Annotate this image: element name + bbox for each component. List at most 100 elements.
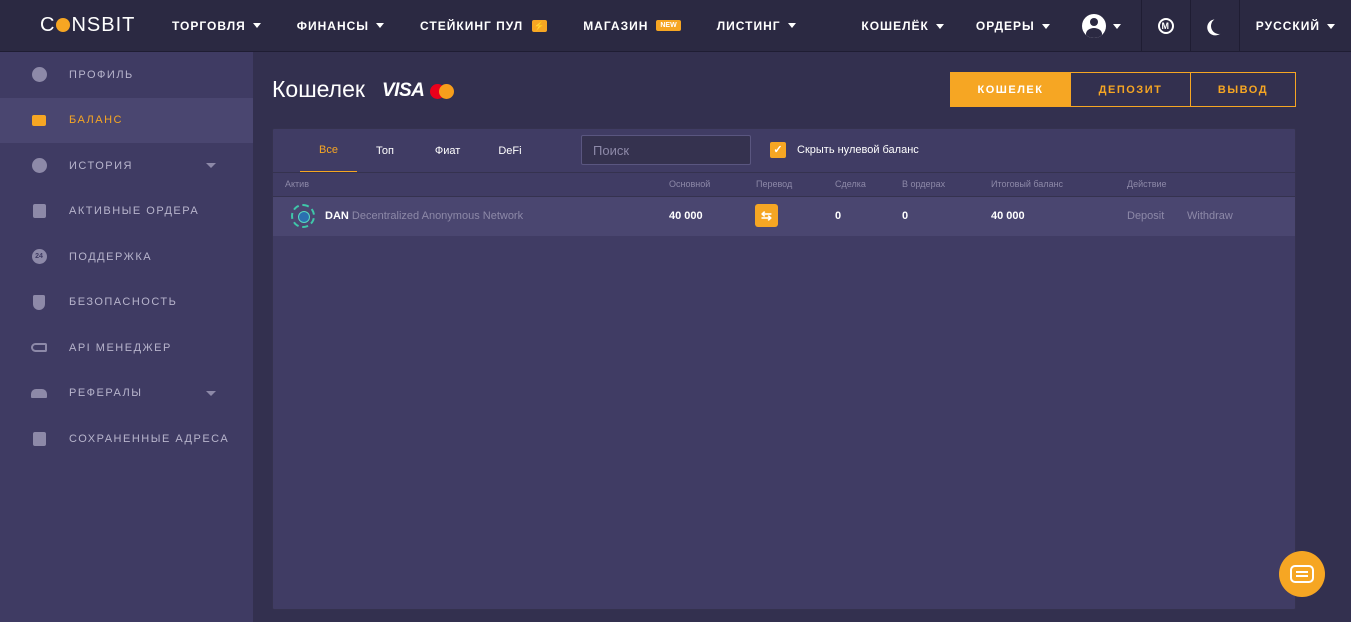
header-main: Основной <box>669 179 711 189</box>
logo-text-a: C <box>40 14 56 36</box>
nav-finance-label: ФИНАНСЫ <box>296 18 370 33</box>
in-orders-balance: 0 <box>902 210 909 222</box>
sidebar-item-balance[interactable]: БАЛАНС <box>0 97 253 143</box>
top-bar: C NSBIT ТОРГОВЛЯ ФИНАНСЫ СТЕЙКИНГ ПУЛ ⚡ МА… <box>0 0 1351 52</box>
sidebar-item-label: РЕФЕРАЛЫ <box>69 387 143 400</box>
language-label: РУССКИЙ <box>1255 19 1320 33</box>
m-circle-icon: M <box>1157 18 1174 34</box>
tab-fiat[interactable]: Фиат <box>416 129 479 173</box>
main-balance: 40 000 <box>669 210 703 222</box>
table-header: Актив Основной Перевод Сделка В ордерах … <box>273 172 1295 197</box>
support-24-icon: 24 <box>31 249 47 265</box>
nav-staking-pool[interactable]: СТЕЙКИНГ ПУЛ ⚡ <box>420 18 548 33</box>
header-asset: Актив <box>285 179 309 189</box>
new-badge: NEW <box>656 20 681 31</box>
hide-zero-checkbox[interactable]: ✓ <box>770 142 786 158</box>
main-nav: ТОРГОВЛЯ ФИНАНСЫ СТЕЙКИНГ ПУЛ ⚡ МАГАЗИН NE… <box>160 0 820 51</box>
m-button[interactable]: M <box>1140 0 1190 52</box>
theme-toggle[interactable] <box>1189 0 1239 52</box>
lightning-icon: ⚡ <box>532 19 548 32</box>
chevron-down-icon <box>206 163 216 168</box>
sidebar-item-label: БАЛАНС <box>69 114 123 127</box>
sidebar-item-referrals[interactable]: РЕФЕРАЛЫ <box>0 371 253 417</box>
users-icon <box>31 385 47 401</box>
key-icon <box>31 340 47 356</box>
tab-all[interactable]: Все <box>300 129 357 173</box>
deposit-button[interactable]: ДЕПОЗИТ <box>1071 72 1191 107</box>
trade-balance: 0 <box>835 210 842 222</box>
shield-icon <box>31 294 47 310</box>
balance-panel: Все Топ Фиат DeFi ✓ Скрыть нулевой балан… <box>272 128 1296 610</box>
nav-staking-label: СТЕЙКИНГ ПУЛ <box>420 18 524 33</box>
sidebar-item-security[interactable]: БЕЗОПАСНОСТЬ <box>0 280 253 326</box>
nav-trading-label: ТОРГОВЛЯ <box>172 18 246 33</box>
nav-finance[interactable]: ФИНАНСЫ <box>296 18 385 33</box>
chevron-down-icon <box>1327 23 1335 29</box>
withdraw-button[interactable]: ВЫВОД <box>1191 72 1296 107</box>
sidebar-item-label: ПОДДЕРЖКА <box>69 250 153 263</box>
chevron-down-icon <box>206 390 216 396</box>
sidebar-item-profile[interactable]: ПРОФИЛЬ <box>0 52 253 98</box>
total-balance: 40 000 <box>991 210 1025 222</box>
chevron-down-icon <box>1112 23 1121 29</box>
asset-symbol: DAN <box>325 210 349 222</box>
logo-text-b: NSBIT <box>71 14 136 36</box>
nav-shop-label: МАГАЗИН <box>583 18 649 33</box>
logo[interactable]: C NSBIT <box>0 14 160 37</box>
wallet-icon <box>31 112 47 128</box>
sidebar-item-label: ИСТОРИЯ <box>69 159 133 172</box>
user-icon <box>31 67 47 83</box>
sidebar-item-label: АКТИВНЫЕ ОРДЕРА <box>69 205 200 218</box>
asset-cell: DAN Decentralized Anonymous Network <box>325 210 523 222</box>
sidebar-item-active-orders[interactable]: АКТИВНЫЕ ОРДЕРА <box>0 189 253 235</box>
transfer-icon[interactable]: ⇆ <box>755 204 778 227</box>
wallet-actions: КОШЕЛЕК ДЕПОЗИТ ВЫВОД <box>950 72 1296 107</box>
clock-icon <box>31 158 47 174</box>
search-input[interactable] <box>581 135 751 165</box>
sidebar-item-support[interactable]: 24 ПОДДЕРЖКА <box>0 234 253 280</box>
chevron-down-icon <box>376 23 385 28</box>
orders-menu[interactable]: ОРДЕРЫ <box>960 0 1066 52</box>
asset-tabs: Все Топ Фиат DeFi <box>300 129 541 173</box>
withdraw-link[interactable]: Withdraw <box>1187 210 1233 222</box>
mastercard-icon <box>430 84 458 99</box>
page-title: Кошелек <box>272 76 365 102</box>
nav-shop[interactable]: МАГАЗИН NEW <box>583 19 681 33</box>
wallet-button[interactable]: КОШЕЛЕК <box>950 72 1071 107</box>
sidebar-item-saved-addresses[interactable]: СОХРАНЕННЫЕ АДРЕСА <box>0 416 253 462</box>
header-trade: Сделка <box>835 179 866 189</box>
top-right-nav: КОШЕЛЁК ОРДЕРЫ M РУССКИЙ <box>845 0 1351 52</box>
wallet-menu-label: КОШЕЛЁК <box>861 19 929 33</box>
moon-icon <box>1209 16 1230 37</box>
wallet-menu[interactable]: КОШЕЛЁК <box>845 0 960 52</box>
sidebar-item-label: СОХРАНЕННЫЕ АДРЕСА <box>69 432 230 445</box>
asset-name: Decentralized Anonymous Network <box>351 210 524 222</box>
tab-top[interactable]: Топ <box>357 129 416 173</box>
hide-zero-label[interactable]: Скрыть нулевой баланс <box>797 144 919 156</box>
table-row: DAN Decentralized Anonymous Network 40 0… <box>273 197 1295 236</box>
visa-logo: VISA <box>382 80 425 101</box>
language-select[interactable]: РУССКИЙ <box>1238 0 1351 52</box>
orders-menu-label: ОРДЕРЫ <box>975 19 1035 33</box>
nav-listing[interactable]: ЛИСТИНГ <box>717 19 796 33</box>
deposit-link[interactable]: Deposit <box>1127 210 1164 222</box>
chevron-down-icon <box>252 23 261 28</box>
sidebar-item-api-manager[interactable]: API МЕНЕДЖЕР <box>0 325 253 371</box>
nav-trading[interactable]: ТОРГОВЛЯ <box>172 19 261 33</box>
chat-button[interactable] <box>1279 551 1325 597</box>
account-menu[interactable] <box>1066 0 1141 52</box>
dan-coin-icon <box>291 204 315 228</box>
header-action: Действие <box>1127 179 1167 189</box>
chevron-down-icon <box>787 23 796 28</box>
calendar-icon <box>31 431 47 447</box>
chevron-down-icon <box>1041 23 1050 29</box>
logo-coin-icon <box>56 18 71 32</box>
chat-icon <box>1290 565 1314 583</box>
header-transfer: Перевод <box>756 179 793 189</box>
user-avatar-icon <box>1081 14 1106 38</box>
header-in-orders: В ордерах <box>902 179 946 189</box>
header-total: Итоговый баланс <box>991 179 1064 189</box>
sidebar-item-history[interactable]: ИСТОРИЯ <box>0 143 253 189</box>
tab-defi[interactable]: DeFi <box>479 129 540 173</box>
sidebar: ПРОФИЛЬ БАЛАНС ИСТОРИЯ АКТИВНЫЕ ОРДЕРА 2… <box>0 52 253 622</box>
